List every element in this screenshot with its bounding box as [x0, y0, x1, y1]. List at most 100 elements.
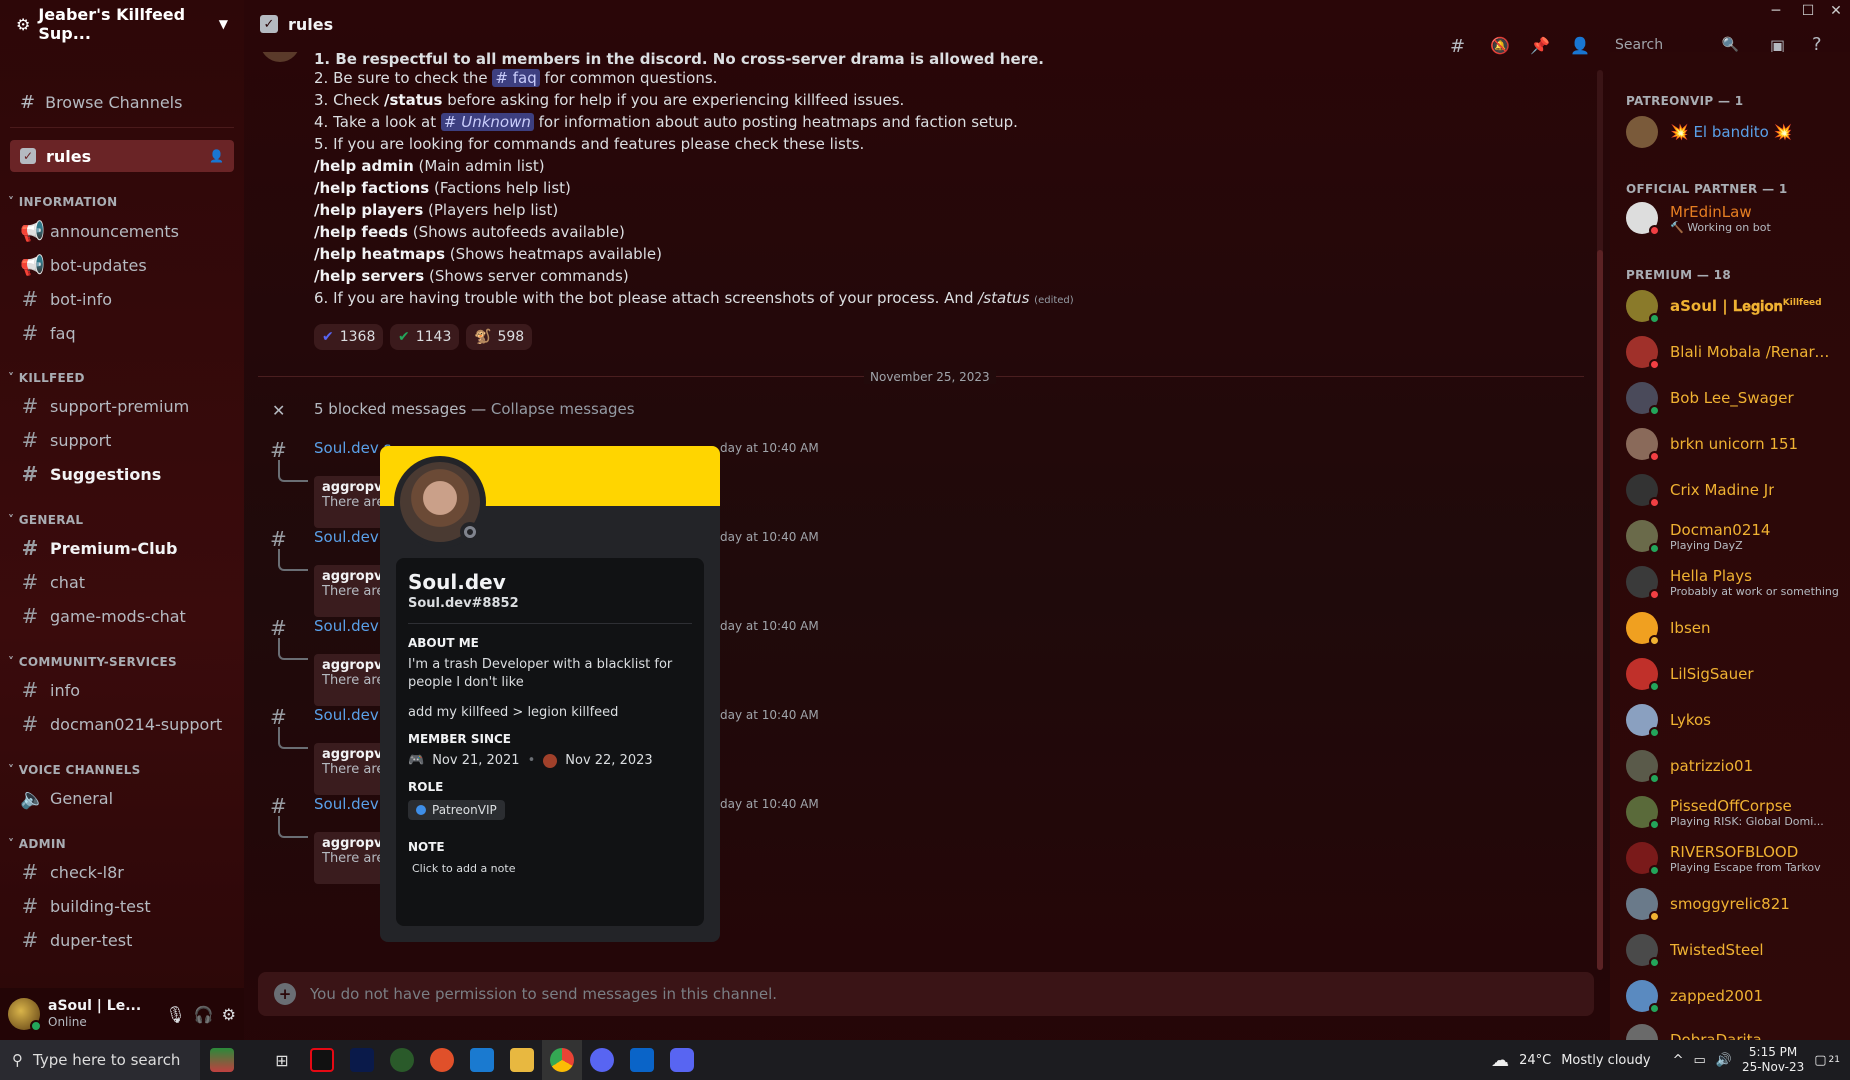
maximize-button[interactable]: ☐ — [1794, 0, 1822, 22]
member-item[interactable]: LilSigSauer — [1626, 654, 1846, 694]
discord-icon[interactable] — [662, 1040, 702, 1080]
channel-rules[interactable]: ✓ rules 👤 — [10, 140, 234, 172]
category-admin[interactable]: ˅ ADMIN — [8, 837, 66, 851]
clock[interactable]: 5:15 PM 25-Nov-23 — [1742, 1045, 1804, 1075]
message-composer[interactable]: + You do not have permission to send mes… — [258, 972, 1594, 1016]
member-item[interactable]: smoggyrelic821 — [1626, 884, 1846, 924]
scrollbar-thumb[interactable] — [1597, 250, 1603, 970]
channel-label: Suggestions — [50, 464, 162, 484]
online-status-icon — [1649, 819, 1660, 830]
role-badge[interactable]: PatreonVIP — [408, 800, 505, 820]
discord-ptb-icon[interactable] — [582, 1040, 622, 1080]
note-heading: NOTE — [408, 840, 445, 854]
reaction-3[interactable]: 🐒 598 — [466, 324, 533, 350]
channel-announcements[interactable]: 📢 announcements — [10, 215, 234, 247]
collapse-link[interactable]: Collapse messages — [491, 400, 635, 418]
category-killfeed[interactable]: ˅ KILLFEED — [8, 371, 85, 385]
show-hidden-icons-icon[interactable]: ^ — [1673, 1053, 1684, 1068]
member-name: RIVERSOFBLOOD — [1670, 842, 1799, 861]
channel-premium-club[interactable]: # Premium-Club — [10, 532, 234, 564]
member-item[interactable]: TwistedSteel — [1626, 930, 1846, 970]
author-avatar[interactable] — [260, 52, 300, 62]
channel-game-mods-chat[interactable]: # game-mods-chat — [10, 600, 234, 632]
network-icon[interactable]: ▭ — [1693, 1053, 1705, 1068]
channel-info[interactable]: # info — [10, 674, 234, 706]
browse-channels[interactable]: # Browse Channels — [10, 85, 234, 119]
member-item[interactable]: Blali Mobala /Renard... — [1626, 332, 1846, 372]
channel-building-test[interactable]: # building-test — [10, 890, 234, 922]
category-community-services[interactable]: ˅ COMMUNITY-SERVICES — [8, 655, 177, 669]
channel-bot-updates[interactable]: 📢 bot-updates — [10, 249, 234, 281]
member-name: PissedOffCorpse — [1670, 796, 1792, 815]
member-item[interactable]: 💥 El bandito 💥 — [1626, 112, 1846, 152]
text: (Players help list) — [423, 201, 559, 219]
member-item[interactable]: DobraDarita... — [1626, 1020, 1846, 1040]
notifications-icon[interactable]: ▢ 21 — [1814, 1053, 1840, 1068]
note-input[interactable]: Click to add a note — [408, 860, 692, 878]
clock-time: 5:15 PM — [1748, 1045, 1798, 1059]
add-attachment-icon[interactable]: + — [274, 983, 296, 1005]
user-avatar[interactable] — [8, 998, 42, 1032]
profile-avatar[interactable] — [394, 456, 486, 548]
channel-mention-unknown[interactable]: # Unknown — [440, 113, 534, 131]
server-header[interactable]: ⚙ Jeaber's Killfeed Sup... ▼ — [0, 0, 244, 48]
reaction-1[interactable]: ✔ 1368 — [314, 324, 384, 350]
member-item[interactable]: aSoul | 𝐋𝐞𝐠𝐢𝐨𝐧Killfeed — [1626, 286, 1846, 326]
disney-plus-icon[interactable] — [342, 1040, 382, 1080]
close-blocked-icon[interactable]: ✕ — [272, 401, 285, 420]
orange-app-icon[interactable] — [422, 1040, 462, 1080]
outlook-icon[interactable] — [622, 1040, 662, 1080]
member-item[interactable]: RIVERSOFBLOOD Playing Escape from Tarkov — [1626, 838, 1846, 878]
member-name: zapped2001 — [1670, 987, 1764, 1005]
channel-check-l8r[interactable]: # check-l8r — [10, 856, 234, 888]
member-item[interactable]: patrizzio01 — [1626, 746, 1846, 786]
member-item[interactable]: Crix Madine Jr — [1626, 470, 1846, 510]
member-item[interactable]: Bob Lee_Swager — [1626, 378, 1846, 418]
member-item[interactable]: brkn unicorn 151 — [1626, 424, 1846, 464]
channel-docman0214-support[interactable]: # docman0214-support — [10, 708, 234, 740]
headphones-icon[interactable]: 🎧 — [194, 1005, 214, 1024]
reaction-2[interactable]: ✔ 1143 — [390, 324, 460, 350]
user-settings-icon[interactable]: ⚙ — [222, 1005, 236, 1024]
invite-icon[interactable]: 👤 — [209, 149, 224, 163]
taskbar-search[interactable]: ⚲ Type here to search — [0, 1040, 200, 1080]
channel-suggestions[interactable]: # Suggestions — [10, 458, 234, 490]
category-information[interactable]: ˅ INFORMATION — [8, 195, 117, 209]
channel-faq[interactable]: # faq — [10, 317, 234, 349]
weather-cloud-icon[interactable]: ☁ — [1491, 1050, 1509, 1071]
channel-mention-faq[interactable]: # faq — [492, 69, 540, 87]
member-item[interactable]: MrEdinLaw 🔨 Working on bot — [1626, 198, 1846, 238]
member-item[interactable]: zapped2001 — [1626, 976, 1846, 1016]
member-item[interactable]: Hella Plays Probably at work or something… — [1626, 562, 1846, 602]
file-explorer-icon[interactable] — [502, 1040, 542, 1080]
minimize-button[interactable]: ─ — [1762, 0, 1790, 22]
chrome-icon[interactable] — [542, 1040, 582, 1080]
member-name: LilSigSauer — [1670, 665, 1754, 683]
category-general[interactable]: ˅ GENERAL — [8, 513, 83, 527]
christmas-tree-icon[interactable] — [202, 1040, 242, 1080]
message-scrollbar[interactable] — [1597, 70, 1603, 970]
task-view-icon[interactable]: ⊞ — [262, 1040, 302, 1080]
hs-app-icon[interactable] — [382, 1040, 422, 1080]
channel-bot-info[interactable]: # bot-info — [10, 283, 234, 315]
vscode-icon[interactable] — [462, 1040, 502, 1080]
member-avatar — [1626, 520, 1660, 554]
category-voice-channels[interactable]: ˅ VOICE CHANNELS — [8, 763, 141, 777]
channel-header: ✓ rules — [244, 0, 1606, 48]
microphone-icon[interactable]: 🎙 — [165, 1005, 185, 1024]
channel-support[interactable]: # support — [10, 424, 234, 456]
volume-icon[interactable]: 🔊 — [1716, 1053, 1732, 1068]
member-avatar — [1626, 842, 1660, 876]
channel-support-premium[interactable]: # support-premium — [10, 390, 234, 422]
member-item[interactable]: Ibsen — [1626, 608, 1846, 648]
channel-duper-test[interactable]: # duper-test — [10, 924, 234, 956]
member-item[interactable]: PissedOffCorpse Playing RISK: Global Domi… — [1626, 792, 1846, 832]
member-item[interactable]: Docman0214 Playing DayZ — [1626, 516, 1846, 556]
reaction-count: 598 — [497, 329, 525, 345]
weather-text: Mostly cloudy — [1561, 1052, 1651, 1068]
netflix-icon[interactable] — [302, 1040, 342, 1080]
close-button[interactable]: ✕ — [1822, 0, 1850, 22]
member-item[interactable]: Lykos — [1626, 700, 1846, 740]
channel-chat[interactable]: # chat — [10, 566, 234, 598]
voice-channel-general[interactable]: 🔈 General — [10, 782, 234, 814]
